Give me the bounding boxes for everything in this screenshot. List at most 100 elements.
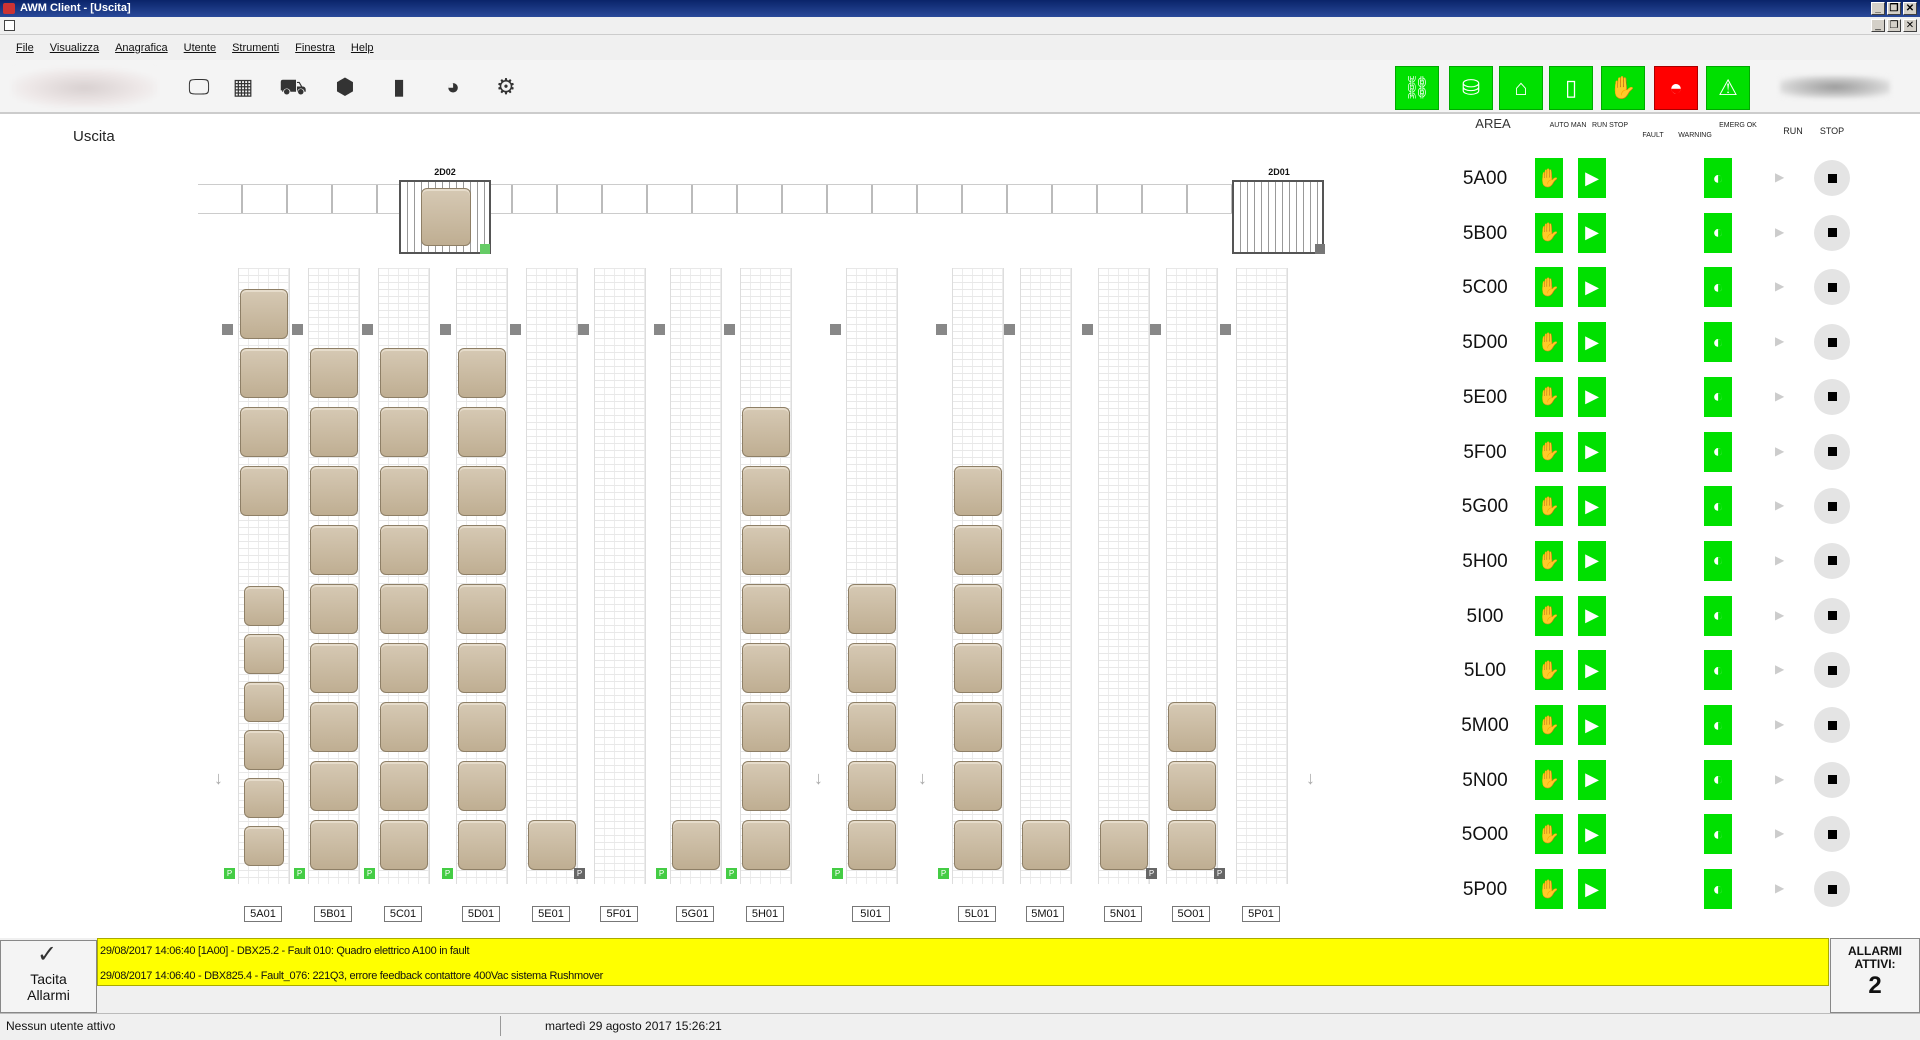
tote-box[interactable] (310, 584, 358, 634)
tote-box[interactable] (244, 586, 284, 626)
tote-box[interactable] (954, 525, 1002, 575)
alarm-item[interactable]: 29/08/2017 14:06:40 [1A00] - DBX25.2 - F… (98, 939, 1828, 964)
book-status-button[interactable]: ▯ (1549, 66, 1593, 110)
tote-box[interactable] (244, 778, 284, 818)
tote-box[interactable] (528, 820, 576, 870)
play-icon[interactable]: ▶ (1578, 158, 1606, 198)
tote-box[interactable] (310, 407, 358, 457)
tote-box[interactable] (1022, 820, 1070, 870)
tote-box[interactable] (742, 525, 790, 575)
link-status-button[interactable]: ⛓ (1395, 66, 1439, 110)
menu-finestra[interactable]: Finestra (295, 42, 335, 54)
tote-box[interactable] (244, 730, 284, 770)
tote-box[interactable] (380, 584, 428, 634)
mdi-window-icon[interactable] (4, 20, 15, 31)
tote-box[interactable] (848, 820, 896, 870)
tote-box[interactable] (458, 702, 506, 752)
hand-icon[interactable]: ✋ (1535, 158, 1563, 198)
tote-box[interactable] (380, 820, 428, 870)
menu-anagrafica[interactable]: Anagrafica (115, 42, 168, 54)
tote-box[interactable] (672, 820, 720, 870)
tote-box[interactable] (742, 407, 790, 457)
tote-box[interactable] (1168, 761, 1216, 811)
play-icon[interactable]: ▶ (1578, 595, 1606, 636)
tote-box[interactable] (244, 826, 284, 866)
tote-box[interactable] (1100, 820, 1148, 870)
tote-box[interactable] (380, 407, 428, 457)
warning-status-button[interactable]: ⚠ (1706, 66, 1750, 110)
play-icon[interactable]: ▶ (1578, 759, 1606, 800)
tote-box[interactable] (380, 466, 428, 516)
stop-button[interactable] (1814, 761, 1850, 798)
hand-icon[interactable]: ✋ (1535, 486, 1563, 527)
tote-box[interactable] (1168, 702, 1216, 752)
tote-box[interactable] (458, 584, 506, 634)
tote-box[interactable] (954, 643, 1002, 693)
tote-box[interactable] (240, 466, 288, 516)
tote-box[interactable] (458, 525, 506, 575)
tote-box[interactable] (240, 289, 288, 339)
hand-icon[interactable]: ✋ (1535, 267, 1563, 308)
restore-button[interactable]: ❐ (1887, 2, 1901, 15)
tote-box[interactable] (742, 584, 790, 634)
tote-box[interactable] (310, 643, 358, 693)
tote-box[interactable] (380, 348, 428, 398)
menu-utente[interactable]: Utente (184, 42, 216, 54)
tote-box[interactable] (240, 407, 288, 457)
tote-box[interactable] (244, 682, 284, 722)
gear-icon[interactable]: ⚙ (491, 72, 521, 102)
tote-box[interactable] (310, 348, 358, 398)
tote-box[interactable] (848, 761, 896, 811)
tote-box[interactable] (380, 525, 428, 575)
package-icon[interactable]: ⬢ (330, 72, 360, 102)
play-icon[interactable]: ▶ (1578, 322, 1606, 363)
hand-icon[interactable]: ✋ (1535, 540, 1563, 581)
tote-box[interactable] (1168, 820, 1216, 870)
play-icon[interactable]: ▶ (1578, 376, 1606, 417)
hand-icon[interactable]: ✋ (1535, 759, 1563, 800)
play-icon[interactable]: ▶ (1578, 212, 1606, 253)
play-icon[interactable]: ▶ (1578, 869, 1606, 910)
tote-box[interactable] (458, 407, 506, 457)
tote-box[interactable] (848, 643, 896, 693)
conveyor-column[interactable] (1020, 268, 1072, 884)
play-icon[interactable]: ▶ (1578, 431, 1606, 472)
tote-box[interactable] (742, 466, 790, 516)
tote-box[interactable] (380, 643, 428, 693)
hand-icon[interactable]: ✋ (1535, 705, 1563, 745)
conveyor-column[interactable] (594, 268, 646, 884)
hand-icon[interactable]: ✋ (1535, 212, 1563, 253)
stop-button[interactable] (1814, 324, 1850, 361)
manual-status-button[interactable]: ✋ (1601, 66, 1645, 110)
stop-button[interactable] (1814, 433, 1850, 470)
shuttle-2d02[interactable] (399, 180, 491, 254)
hand-icon[interactable]: ✋ (1535, 814, 1563, 855)
hand-icon[interactable]: ✋ (1535, 650, 1563, 691)
menu-visualizza[interactable]: Visualizza (50, 42, 99, 54)
stop-button[interactable] (1814, 871, 1850, 908)
play-icon[interactable]: ▶ (1578, 486, 1606, 527)
monitor-icon[interactable]: 🖵 (184, 72, 214, 102)
play-icon[interactable]: ▶ (1578, 540, 1606, 581)
play-icon[interactable]: ▶ (1578, 814, 1606, 855)
alarm-item[interactable]: 29/08/2017 14:06:40 - DBX825.4 - Fault_0… (98, 964, 1828, 989)
silence-alarms-button[interactable]: ✓ Tacita Allarmi (0, 940, 97, 1013)
conveyor-column[interactable] (526, 268, 578, 884)
conveyor-column[interactable] (670, 268, 722, 884)
mdi-close-button[interactable]: ✕ (1903, 19, 1917, 32)
stop-button[interactable] (1814, 542, 1850, 579)
grid-dropdown-icon[interactable]: ▦ (228, 72, 258, 102)
hand-icon[interactable]: ✋ (1535, 322, 1563, 363)
mdi-minimize-button[interactable]: _ (1871, 19, 1885, 32)
menu-file[interactable]: File (16, 42, 34, 54)
forklift-dropdown-icon[interactable]: ⛟ (278, 72, 308, 102)
stop-button[interactable] (1814, 160, 1850, 196)
play-icon[interactable]: ▶ (1578, 267, 1606, 308)
play-icon[interactable]: ▶ (1578, 705, 1606, 745)
hand-icon[interactable]: ✋ (1535, 595, 1563, 636)
tote-box[interactable] (954, 820, 1002, 870)
clipboard-icon[interactable]: ▮ (384, 72, 414, 102)
stop-button[interactable] (1814, 378, 1850, 415)
stop-button[interactable] (1814, 214, 1850, 251)
tote-box[interactable] (954, 466, 1002, 516)
